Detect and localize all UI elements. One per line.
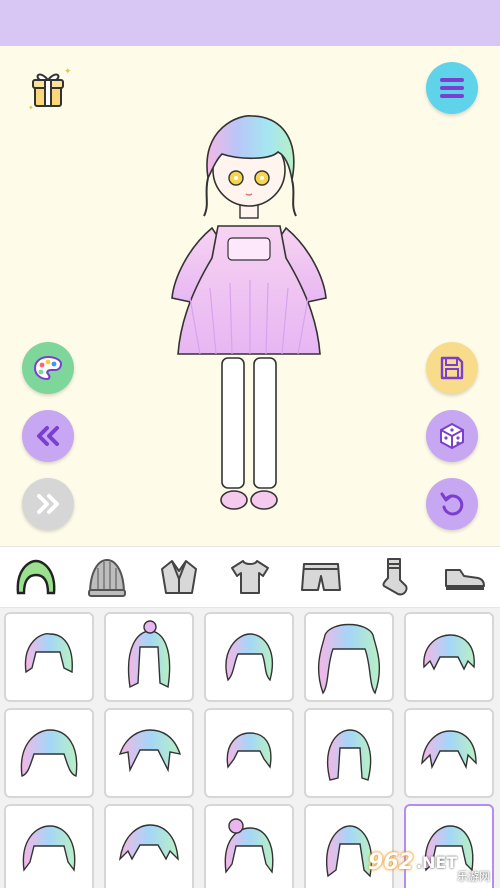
hair-option[interactable]	[204, 612, 294, 702]
previous-outfit-button[interactable]	[22, 410, 74, 462]
next-outfit-button[interactable]	[22, 478, 74, 530]
hair-option[interactable]	[404, 708, 494, 798]
top-status-bar	[0, 0, 500, 46]
watermark-suffix: .NET	[415, 852, 458, 872]
knit-hat-icon	[88, 558, 127, 597]
hair-option[interactable]	[304, 612, 394, 702]
jacket-icon	[160, 560, 197, 594]
gift-icon: ✦ ✦	[28, 67, 72, 112]
hair-option[interactable]	[4, 804, 94, 888]
dress-up-app: ✦ ✦ 962 .NET 乐游网	[0, 0, 500, 888]
hair-option[interactable]	[204, 708, 294, 798]
tab-hat[interactable]	[79, 549, 135, 605]
watermark-logo: 962	[368, 849, 414, 875]
dice-icon	[440, 422, 464, 450]
hair-option[interactable]	[204, 804, 294, 888]
tab-hair[interactable]	[8, 549, 64, 605]
category-tab-bar	[0, 546, 500, 608]
hair-option[interactable]	[304, 708, 394, 798]
shorts-icon	[301, 563, 342, 591]
hair-option[interactable]	[104, 804, 194, 888]
hair-option[interactable]	[104, 612, 194, 702]
tab-bottom[interactable]	[293, 549, 349, 605]
undo-button[interactable]	[426, 478, 478, 530]
svg-text:✦: ✦	[28, 104, 34, 112]
tab-shoes[interactable]	[436, 549, 492, 605]
shoe-icon	[445, 569, 486, 590]
hair-icon	[16, 559, 56, 595]
hair-style-thumbnail	[226, 732, 272, 769]
hair-style-thumbnail	[24, 633, 73, 674]
hair-style-thumbnail	[224, 818, 274, 874]
tab-socks[interactable]	[365, 549, 421, 605]
hair-style-thumbnail	[326, 729, 372, 781]
sock-icon	[382, 558, 408, 596]
double-chevron-left-icon	[37, 426, 59, 446]
menu-button[interactable]	[426, 62, 478, 114]
save-button[interactable]	[426, 342, 478, 394]
undo-arrow-icon	[440, 492, 464, 516]
svg-text:✦: ✦	[64, 67, 72, 77]
hair-style-thumbnail	[128, 620, 171, 689]
hair-option[interactable]	[404, 612, 494, 702]
hair-option[interactable]	[4, 612, 94, 702]
hair-style-thumbnail	[318, 623, 380, 695]
random-outfit-button[interactable]	[426, 410, 478, 462]
double-chevron-right-icon	[37, 494, 59, 514]
character-figure	[171, 115, 327, 510]
tab-jacket[interactable]	[151, 549, 207, 605]
floppy-disk-icon	[440, 356, 464, 380]
site-watermark: 962 .NET 乐游网	[368, 842, 494, 884]
gift-button[interactable]: ✦ ✦	[26, 66, 72, 112]
palette-button[interactable]	[22, 342, 74, 394]
hair-style-thumbnail	[421, 730, 477, 770]
hair-option[interactable]	[104, 708, 194, 798]
hamburger-menu-icon	[440, 78, 464, 98]
t-shirt-icon	[230, 560, 269, 594]
hair-style-thumbnail	[22, 825, 76, 872]
hair-style-thumbnail	[225, 633, 274, 682]
hair-style-thumbnail	[423, 634, 475, 671]
hair-style-thumbnail	[118, 824, 179, 862]
hair-style-thumbnail	[118, 729, 182, 773]
hair-option[interactable]	[4, 708, 94, 798]
hair-options-grid: 962 .NET 乐游网	[0, 608, 500, 888]
tab-top[interactable]	[222, 549, 278, 605]
character-stage: ✦ ✦	[0, 46, 500, 546]
hair-style-thumbnail	[20, 729, 78, 777]
watermark-subtitle: 乐游网	[457, 870, 490, 883]
palette-icon	[33, 355, 63, 381]
